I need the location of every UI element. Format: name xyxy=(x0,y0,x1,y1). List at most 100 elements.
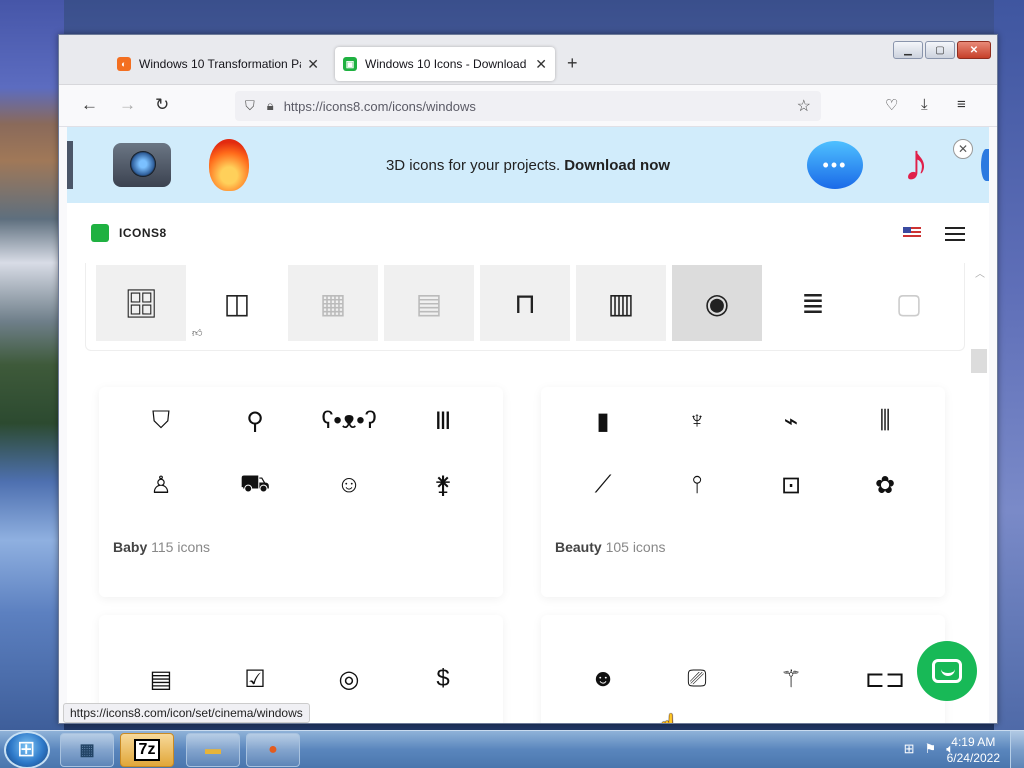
comb-icon: ⫼ xyxy=(879,407,891,434)
hamburger-menu-icon[interactable] xyxy=(945,223,965,245)
banner-text: 3D icons for your projects. xyxy=(385,156,561,174)
taskbar: ▦ 7z ▬ ● ⊞ ⚑ 🔈︎ 4:19 AM 6/24/2022 xyxy=(0,730,1024,768)
3d-glasses-icon: ⊶ xyxy=(583,719,623,723)
razor-icon: ⟋ xyxy=(594,471,612,498)
magic-wand-icon: ⚚ xyxy=(780,665,802,693)
business-card-icon: ▤ xyxy=(149,665,173,693)
clock-date: 6/24/2022 xyxy=(946,751,1000,765)
double-window-thumb[interactable]: ◫ 👍︎ xyxy=(192,265,282,341)
perfume-icon: ⊡ xyxy=(780,471,802,499)
icons8-favicon-icon: ▣ xyxy=(343,57,357,71)
window-controls: ▁ ▢ ✕ xyxy=(893,41,991,59)
tab-label: Windows 10 Transformation Pac xyxy=(139,57,302,71)
system-clock[interactable]: 4:19 AM 6/24/2022 xyxy=(947,734,1000,766)
close-window-button[interactable]: ✕ xyxy=(957,41,991,59)
diaper-icon: ⛉ xyxy=(152,407,170,434)
fire-3d-icon xyxy=(209,139,249,191)
scroll-up-arrow-icon[interactable]: ︿ xyxy=(975,265,985,280)
clipboard-icon: ☑ xyxy=(244,665,266,693)
action-center-icon[interactable]: ⚑ xyxy=(925,741,937,757)
icons8-logo-icon[interactable] xyxy=(91,224,109,242)
close-tab-icon[interactable]: ✕ xyxy=(307,56,319,73)
banner-edge-image xyxy=(67,141,73,189)
lipstick-icon: ▮ xyxy=(596,407,610,435)
category-count: 115 icons xyxy=(151,539,211,555)
control-panel-taskbar-icon[interactable]: ▦ xyxy=(60,733,114,767)
lock-icon[interactable]: 🔒︎ xyxy=(267,98,274,114)
category-card-cinema[interactable]: ☻ ⎚ ⚚ ⊏⊐ ⊶ ⊞ ▣ ⩍ xyxy=(541,615,945,723)
shop-icon: ⌂ xyxy=(423,719,463,723)
desktop-wallpaper-right xyxy=(994,0,1024,730)
category-card-beauty[interactable]: ▮ ♆ ⌁ ⫼ ⟋ ⫯ ⊡ ✿ Beauty 105 icons xyxy=(541,387,945,597)
category-name: Beauty xyxy=(555,539,602,555)
page-content: 3D icons for your projects. Download now… xyxy=(67,127,989,723)
url-text[interactable]: https://icons8.com/icons/windows xyxy=(284,99,476,114)
site-header: ICONS8 xyxy=(67,203,989,263)
teddy-bear-icon: ʕ•ᴥ•ʔ xyxy=(321,407,377,434)
pocket-icon[interactable]: ♡ xyxy=(885,96,898,114)
crib-icon: Ⅲ xyxy=(434,407,452,435)
curtains-thumb[interactable]: ▦ xyxy=(288,265,378,341)
close-tab-icon[interactable]: ✕ xyxy=(535,56,547,73)
tab-transformation-pack[interactable]: ◐ Windows 10 Transformation Pac ✕ xyxy=(109,47,327,81)
white-window-thumb[interactable]: ▢ xyxy=(864,265,954,341)
chat-support-button[interactable] xyxy=(917,641,977,701)
like-icon[interactable]: 👍︎ xyxy=(192,327,202,339)
category-count: 105 icons xyxy=(605,539,666,555)
clock-time: 4:19 AM xyxy=(951,735,996,749)
stack-thumb[interactable]: ≣ xyxy=(768,265,858,341)
open-window-thumb[interactable]: ⊓ xyxy=(480,265,570,341)
minimize-button[interactable]: ▁ xyxy=(893,41,923,59)
scrollbar-thumb[interactable] xyxy=(971,349,987,373)
close-banner-icon[interactable]: ✕ xyxy=(953,139,973,159)
dollar-icon: $ xyxy=(436,665,450,692)
us-flag-icon[interactable] xyxy=(903,227,921,239)
browser-window: ◐ Windows 10 Transformation Pac ✕ ▣ Wind… xyxy=(58,34,998,724)
firefox-taskbar-icon[interactable]: ● xyxy=(246,733,300,767)
chat-icon xyxy=(932,659,962,683)
curtain-window-thumb[interactable]: 🪟︎ xyxy=(96,265,186,341)
back-icon[interactable]: ← xyxy=(81,95,98,115)
movie-camera-icon: ⎚ xyxy=(687,665,707,692)
desktop-wallpaper-left xyxy=(0,0,64,730)
target-icon: ◎ xyxy=(338,665,360,693)
reload-icon[interactable]: ↻ xyxy=(155,95,169,115)
tab-windows-10-icons[interactable]: ▣ Windows 10 Icons - Download F ✕ xyxy=(335,47,555,81)
start-button[interactable] xyxy=(4,731,50,768)
brush-icon: ♆ xyxy=(688,407,706,434)
address-bar[interactable]: ⛉ 🔒︎ https://icons8.com/icons/windows ☆ xyxy=(235,91,821,121)
brick-wall-thumb[interactable]: ▥ xyxy=(576,265,666,341)
7zip-taskbar-icon[interactable]: 7z xyxy=(120,733,174,767)
downloads-icon[interactable]: ⤓ xyxy=(921,96,928,113)
transformation-pack-favicon-icon: ◐ xyxy=(117,57,131,71)
forward-icon[interactable]: → xyxy=(119,95,136,115)
mascara-icon: ⫯ xyxy=(691,471,703,498)
maximize-button[interactable]: ▢ xyxy=(925,41,955,59)
tab-label: Windows 10 Icons - Download F xyxy=(365,57,530,71)
camera-3d-icon xyxy=(113,143,171,187)
window-sketch-thumb[interactable]: ▤ xyxy=(384,265,474,341)
banner-cta[interactable]: Download now xyxy=(564,157,670,174)
mask-icon: ☻ xyxy=(590,665,616,692)
icon-preview-strip: 🪟︎ ◫ 👍︎ ▦ ▤ ⊓ ▥ ◉ ≣ ▢ xyxy=(85,263,965,351)
menu-icon[interactable]: ≡ xyxy=(957,96,966,113)
new-tab-icon[interactable]: + xyxy=(567,53,578,74)
tracking-protection-icon[interactable]: ⛉ xyxy=(245,98,255,114)
file-explorer-taskbar-icon[interactable]: ▬ xyxy=(186,733,240,767)
navigation-toolbar: ← → ↻ ⛉ 🔒︎ https://icons8.com/icons/wind… xyxy=(59,85,997,127)
ticket-icon: ⊏⊐ xyxy=(864,665,906,693)
arch-thumb[interactable]: ◉ xyxy=(672,265,762,341)
music-note-3d-icon: ♪ xyxy=(903,134,929,192)
category-card-baby[interactable]: ⛉ ⚲ ʕ•ᴥ•ʔ Ⅲ ♙ ⛟ ☺ ⚵ Baby 115 icons xyxy=(99,387,503,597)
category-title: Baby 115 icons xyxy=(113,539,210,555)
stroller-icon: ⛟ xyxy=(239,470,271,497)
banner-edge-image xyxy=(981,149,989,181)
brand-name[interactable]: ICONS8 xyxy=(119,226,167,240)
rattle-icon: ⚵ xyxy=(434,471,452,499)
bookmark-star-icon[interactable]: ☆ xyxy=(797,96,811,116)
promo-banner[interactable]: 3D icons for your projects. Download now… xyxy=(67,127,989,203)
category-title: Beauty 105 icons xyxy=(555,539,666,555)
network-icon[interactable]: ⊞ xyxy=(904,741,915,757)
tab-bar: ◐ Windows 10 Transformation Pac ✕ ▣ Wind… xyxy=(59,35,997,85)
show-desktop-button[interactable] xyxy=(1010,731,1024,768)
